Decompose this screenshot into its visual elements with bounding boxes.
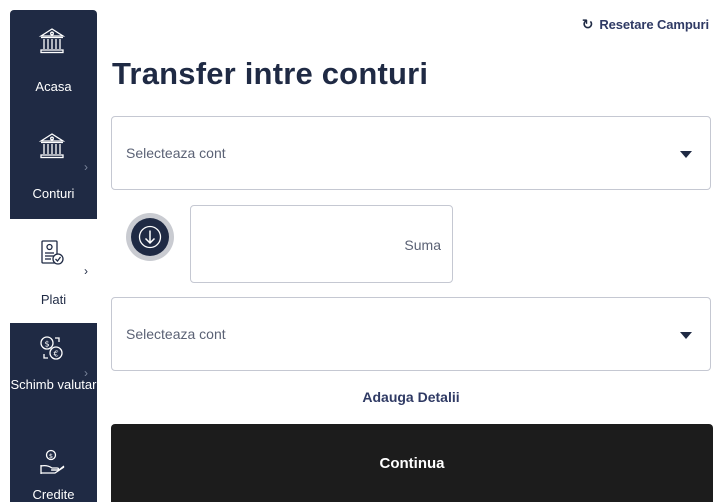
reset-fields-button[interactable]: ↻ Resetare Campuri [582, 16, 709, 33]
source-account-placeholder: Selecteaza cont [126, 145, 226, 161]
payments-icon [37, 238, 67, 268]
sidebar-item-label: Conturi [32, 186, 75, 201]
caret-down-icon [680, 332, 692, 339]
sidebar-item-label: Schimb valutar [10, 377, 97, 392]
sidebar-item-label: Credite [32, 487, 75, 502]
refresh-icon: ↻ [581, 16, 594, 32]
sidebar-item-credite[interactable]: $ Credite [10, 433, 97, 502]
reset-fields-label: Resetare Campuri [599, 17, 709, 32]
continue-button[interactable]: Continua [111, 424, 713, 502]
sidebar-item-label: Acasa [35, 79, 72, 94]
credit-hand-icon: $ [37, 448, 67, 478]
caret-down-icon [680, 151, 692, 158]
swap-accounts-button[interactable] [126, 213, 174, 261]
chevron-right-icon: › [84, 264, 88, 278]
destination-account-placeholder: Selecteaza cont [126, 326, 226, 342]
accounts-icon [37, 131, 67, 161]
destination-account-select[interactable]: Selecteaza cont [111, 297, 711, 371]
add-details-link[interactable]: Adauga Detalii [111, 389, 711, 405]
svg-text:$: $ [44, 340, 49, 349]
transfer-page: Acasa › Conturi › Plati $ € › Schimb val… [0, 0, 713, 502]
sidebar-item-conturi[interactable]: › Conturi [10, 115, 97, 219]
page-title: Transfer intre conturi [112, 56, 429, 91]
sidebar: Acasa › Conturi › Plati $ € › Schimb val… [10, 10, 97, 502]
chevron-right-icon: › [84, 160, 88, 174]
arrow-down-icon [138, 225, 162, 249]
svg-text:$: $ [49, 452, 53, 460]
currency-exchange-icon: $ € [37, 333, 67, 363]
sidebar-item-schimb-valutar[interactable]: $ € › Schimb valutar [10, 323, 97, 433]
amount-field [190, 205, 453, 283]
sidebar-item-plati[interactable]: › Plati [10, 219, 97, 323]
amount-input[interactable] [201, 232, 443, 258]
sidebar-item-label: Plati [40, 292, 67, 307]
source-account-select[interactable]: Selecteaza cont [111, 116, 711, 190]
svg-text:€: € [53, 350, 58, 359]
sidebar-item-acasa[interactable]: Acasa [10, 10, 97, 115]
bank-icon [37, 26, 67, 56]
